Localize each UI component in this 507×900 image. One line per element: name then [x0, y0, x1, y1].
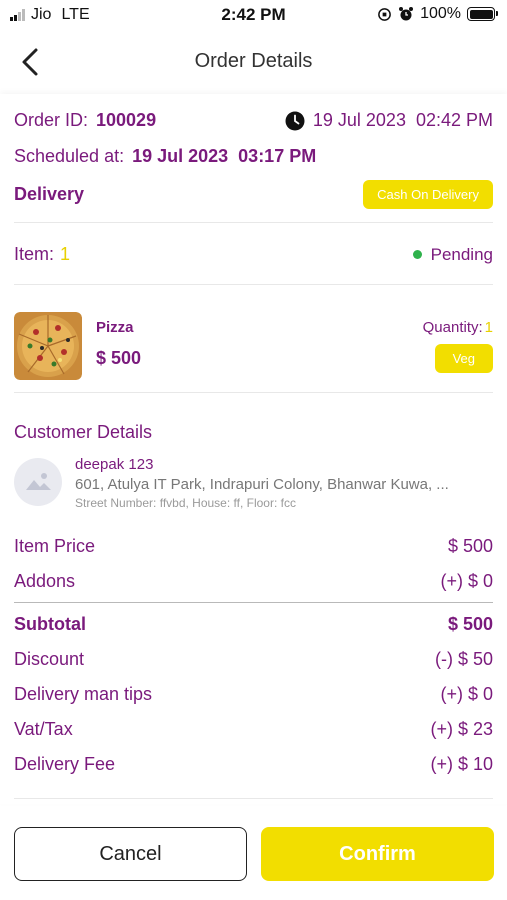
product-name: Pizza	[96, 319, 134, 336]
divider	[14, 392, 493, 393]
customer-address: 601, Atulya IT Park, Indrapuri Colony, B…	[75, 476, 449, 493]
subtotal-row: Subtotal $ 500	[14, 614, 493, 635]
battery-percent: 100%	[420, 5, 461, 22]
item-price-label: Item Price	[14, 536, 96, 556]
product-card: Pizza $ 500 Quantity: 1 Veg	[14, 312, 493, 382]
divider	[14, 602, 493, 603]
veg-badge: Veg	[434, 344, 493, 373]
vat-row: Vat/Tax (+) $ 23	[14, 719, 493, 740]
tips-value: (+) $ 0	[440, 684, 493, 704]
customer-details-title: Customer Details	[14, 422, 153, 442]
item-price-value: $ 500	[447, 536, 493, 556]
payment-badge: Cash On Delivery	[363, 180, 493, 209]
cancel-button[interactable]: Cancel	[14, 827, 247, 881]
addons-row: Addons (+) $ 0	[14, 571, 493, 592]
item-label: Item:	[14, 244, 55, 264]
order-id: Order ID: 100029	[14, 110, 156, 131]
product-price: $ 500	[96, 348, 142, 368]
discount-label: Discount	[14, 649, 85, 669]
delivery-fee-row: Delivery Fee (+) $ 10	[14, 754, 493, 775]
clock-icon	[285, 111, 305, 130]
status-bar: Jio LTE 2:42 PM 100%	[0, 0, 507, 30]
confirm-button[interactable]: Confirm	[261, 827, 494, 881]
item-price-row: Item Price $ 500	[14, 536, 493, 557]
order-date-text: 19 Jul 2023 02:42 PM	[312, 110, 493, 130]
delivery-fee-label: Delivery Fee	[14, 754, 116, 774]
status-dot-icon	[412, 250, 422, 259]
battery-icon	[467, 7, 498, 21]
divider	[14, 798, 493, 799]
addons-label: Addons	[14, 571, 76, 591]
status-right: 100%	[377, 5, 498, 23]
item-count: Item: 1	[14, 244, 70, 265]
discount-value: (-) $ 50	[434, 649, 493, 669]
tips-row: Delivery man tips (+) $ 0	[14, 684, 493, 705]
pizza-image[interactable]	[14, 312, 82, 380]
order-date: 19 Jul 2023 02:42 PM	[285, 110, 493, 131]
divider	[14, 284, 493, 285]
page-title: Order Details	[194, 50, 313, 72]
scheduled-label: Scheduled at:	[14, 146, 125, 166]
status-badge: Pending	[412, 244, 493, 265]
discount-row: Discount (-) $ 50	[14, 649, 493, 670]
quantity-value: 1	[484, 319, 493, 336]
order-id-row: Order ID: 100029 19 Jul 2023 02:42 PM	[14, 110, 493, 131]
delivery-fee-value: (+) $ 10	[430, 754, 493, 774]
item-status-row: Item: 1 Pending	[14, 244, 493, 265]
quantity-label: Quantity:	[422, 319, 483, 336]
order-id-value: 100029	[96, 110, 157, 130]
scheduled-value: 19 Jul 2023 03:17 PM	[132, 146, 317, 166]
status-text: Pending	[430, 244, 493, 264]
item-count-value: 1	[60, 244, 71, 264]
orientation-lock-icon	[378, 7, 391, 21]
alarm-icon	[399, 7, 414, 21]
customer-street-info: Street Number: ffvbd, House: ff, Floor: …	[75, 496, 296, 510]
addons-value: (+) $ 0	[440, 571, 493, 591]
vat-label: Vat/Tax	[14, 719, 73, 739]
divider	[14, 222, 493, 223]
product-quantity: Quantity: 1	[423, 319, 493, 336]
image-placeholder-icon	[26, 473, 51, 490]
order-id-label: Order ID:	[14, 110, 89, 130]
subtotal-label: Subtotal	[14, 614, 86, 634]
app-header: Order Details	[0, 36, 507, 88]
order-details-content: Order ID: 100029 19 Jul 2023 02:42 PM Sch…	[0, 94, 507, 804]
avatar	[14, 458, 62, 506]
customer-name: deepak 123	[75, 456, 154, 473]
vat-value: (+) $ 23	[430, 719, 493, 739]
customer-card: deepak 123 601, Atulya IT Park, Indrapur…	[14, 454, 493, 514]
order-type: Delivery	[14, 184, 85, 204]
subtotal-value: $ 500	[447, 614, 493, 634]
scheduled-row: Scheduled at: 19 Jul 2023 03:17 PM	[14, 146, 493, 167]
tips-label: Delivery man tips	[14, 684, 153, 704]
delivery-row: Delivery Cash On Delivery	[14, 180, 493, 209]
